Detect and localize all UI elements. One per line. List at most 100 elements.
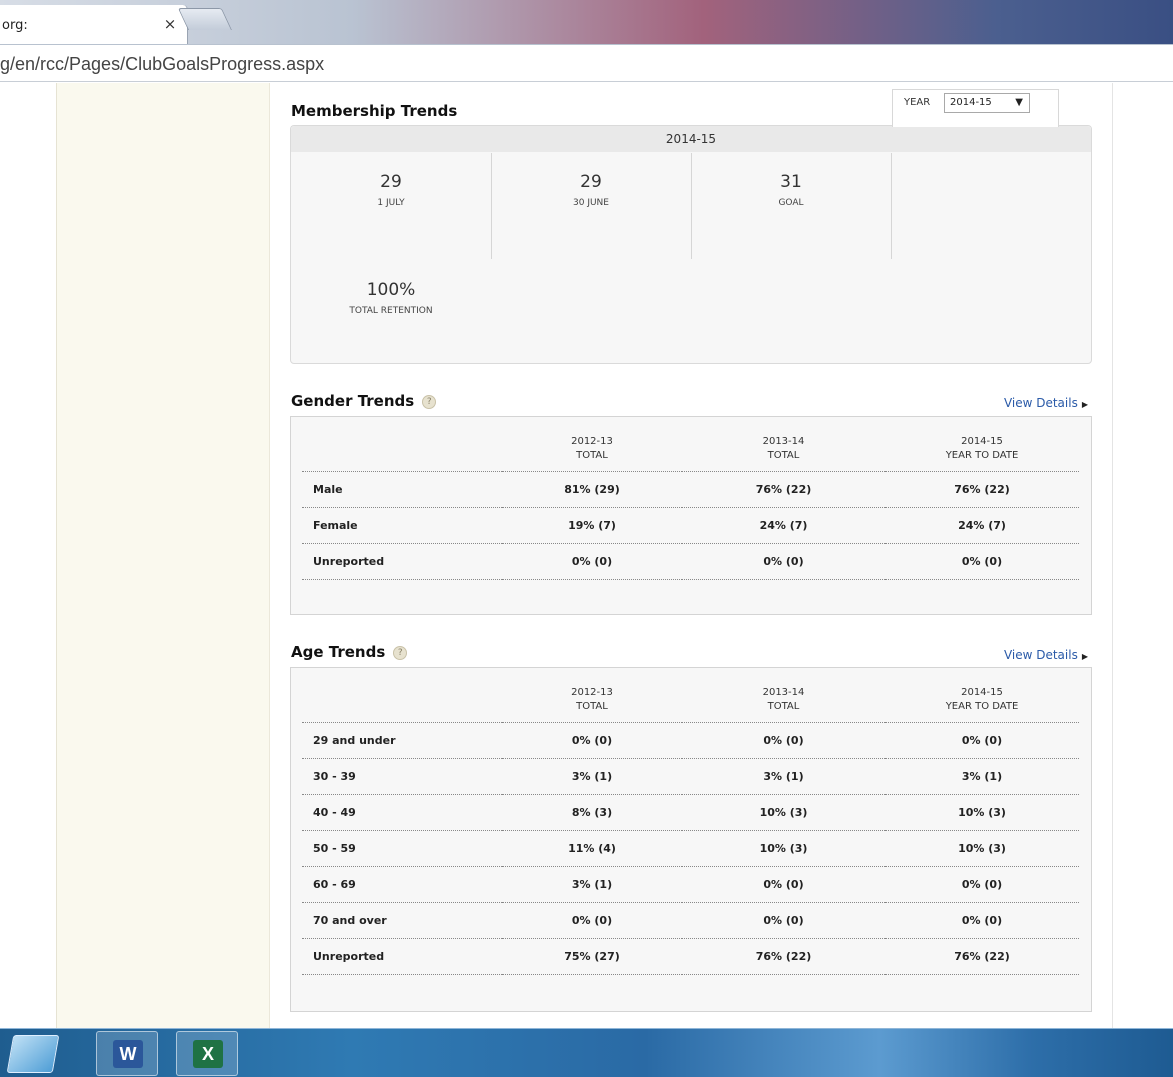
table-cell: 11% (4) — [502, 830, 682, 867]
table-cell: 3% (1) — [885, 758, 1079, 795]
content-right-border — [1112, 83, 1113, 1028]
table-header-col: 2012-13 TOTAL — [502, 678, 682, 723]
row-label: 60 - 69 — [302, 866, 502, 903]
table-cell: 0% (0) — [885, 902, 1079, 939]
table-header-empty — [302, 678, 502, 723]
table-cell: 3% (1) — [502, 866, 682, 903]
table-row: 40 - 49 8% (3) 10% (3) 10% (3) — [302, 794, 1079, 831]
stat-value: 29 — [580, 172, 602, 192]
view-details-label: View Details — [1003, 396, 1078, 410]
age-view-details-link[interactable]: View Details ▶ — [1004, 648, 1088, 662]
address-bar[interactable]: g/en/rcc/Pages/ClubGoalsProgress.aspx — [0, 44, 1173, 82]
row-label: 40 - 49 — [302, 794, 502, 831]
tab-title: org: — [2, 18, 28, 33]
taskbar-excel-button[interactable]: X — [176, 1031, 238, 1076]
excel-icon-letter: X — [201, 1044, 214, 1064]
table-cell: 0% (0) — [502, 902, 682, 939]
table-cell: 0% (0) — [885, 866, 1079, 903]
stat-label: TOTAL RETENTION — [349, 306, 433, 316]
table-header-empty — [302, 427, 502, 472]
left-sidebar — [56, 83, 270, 1028]
arrow-right-icon: ▶ — [1081, 400, 1088, 409]
stat-label: 30 JUNE — [573, 198, 609, 208]
row-label: Unreported — [302, 938, 502, 975]
table-row: 30 - 39 3% (1) 3% (1) 3% (1) — [302, 758, 1079, 795]
table-header-col: 2014-15 YEAR TO DATE — [885, 427, 1079, 472]
table-row: 70 and over 0% (0) 0% (0) 0% (0) — [302, 902, 1079, 939]
table-cell: 0% (0) — [885, 543, 1079, 580]
table-header-row: 2012-13 TOTAL 2013-14 TOTAL 2014-15 YEAR TO… — [302, 678, 1079, 723]
stat-divider — [891, 153, 892, 259]
url-text[interactable]: g/en/rcc/Pages/ClubGoalsProgress.aspx — [0, 54, 324, 75]
close-icon[interactable]: × — [160, 14, 180, 34]
word-icon: W — [113, 1040, 143, 1068]
table-cell: 8% (3) — [502, 794, 682, 831]
table-header-col: 2014-15 YEAR TO DATE — [885, 678, 1079, 723]
help-icon[interactable]: ? — [422, 394, 437, 409]
stat-1-july: 29 1 JULY — [291, 172, 491, 208]
age-trends-heading: Age Trends? — [291, 643, 408, 661]
table-cell: 24% (7) — [682, 507, 885, 544]
table-cell: 0% (0) — [502, 543, 682, 580]
year-select-value: 2014-15 — [950, 97, 992, 108]
table-header-col: 2013-14 TOTAL — [682, 678, 885, 723]
table-header-col: 2012-13 TOTAL — [502, 427, 682, 472]
table-cell: 3% (1) — [502, 758, 682, 795]
membership-trends-title: Membership Trends — [291, 102, 458, 120]
table-cell: 19% (7) — [502, 507, 682, 544]
stat-label: GOAL — [778, 198, 804, 208]
table-cell: 10% (3) — [885, 830, 1079, 867]
row-label: Unreported — [302, 543, 502, 580]
table-cell: 0% (0) — [682, 866, 885, 903]
row-label: 70 and over — [302, 902, 502, 939]
word-icon-letter: W — [119, 1044, 137, 1064]
table-cell: 0% (0) — [682, 543, 885, 580]
table-cell: 0% (0) — [885, 722, 1079, 759]
age-trends-table: 2012-13 TOTAL 2013-14 TOTAL 2014-15 YEAR TO… — [302, 678, 1079, 975]
row-label: Male — [302, 471, 502, 508]
table-cell: 76% (22) — [682, 938, 885, 975]
stat-value: 31 — [780, 172, 802, 192]
year-select[interactable]: 2014-15 ▼ — [944, 93, 1030, 113]
gender-trends-title: Gender Trends — [291, 392, 415, 410]
stat-total-retention: 100% TOTAL RETENTION — [291, 280, 491, 316]
table-row: Male 81% (29) 76% (22) 76% (22) — [302, 471, 1079, 508]
table-cell: 76% (22) — [885, 938, 1079, 975]
stat-30-june: 29 30 JUNE — [491, 172, 691, 208]
gender-view-details-link[interactable]: View Details ▶ — [1004, 396, 1088, 410]
arrow-right-icon: ▶ — [1081, 652, 1088, 661]
taskbar-word-button[interactable]: W — [96, 1031, 158, 1076]
table-header-row: 2012-13 TOTAL 2013-14 TOTAL 2014-15 YEAR TO… — [302, 427, 1079, 472]
show-desktop-icon[interactable] — [6, 1035, 60, 1073]
table-cell: 0% (0) — [682, 902, 885, 939]
age-trends-title: Age Trends — [291, 643, 386, 661]
stat-label: 1 JULY — [377, 198, 405, 208]
gender-trends-heading: Gender Trends? — [291, 392, 437, 410]
table-row: 60 - 69 3% (1) 0% (0) 0% (0) — [302, 866, 1079, 903]
table-cell: 10% (3) — [885, 794, 1079, 831]
row-label: Female — [302, 507, 502, 544]
windows-taskbar: W X — [0, 1028, 1173, 1077]
stat-value: 29 — [380, 172, 402, 192]
help-icon[interactable]: ? — [393, 645, 408, 660]
dropdown-arrow-icon: ▼ — [1015, 97, 1023, 108]
excel-icon: X — [193, 1040, 223, 1068]
row-label: 50 - 59 — [302, 830, 502, 867]
gender-trends-box: 2012-13 TOTAL 2013-14 TOTAL 2014-15 YEAR TO… — [290, 416, 1092, 615]
table-cell: 3% (1) — [682, 758, 885, 795]
table-cell: 0% (0) — [682, 722, 885, 759]
table-row: Unreported 75% (27) 76% (22) 76% (22) — [302, 938, 1079, 975]
table-row: 50 - 59 11% (4) 10% (3) 10% (3) — [302, 830, 1079, 867]
year-selector-tab: YEAR 2014-15 ▼ — [892, 89, 1059, 127]
table-cell: 81% (29) — [502, 471, 682, 508]
table-cell: 10% (3) — [682, 794, 885, 831]
row-label: 29 and under — [302, 722, 502, 759]
table-cell: 76% (22) — [885, 471, 1079, 508]
browser-tab[interactable]: org: × — [0, 5, 188, 44]
page-content: Membership Trends YEAR 2014-15 ▼ 2014-15… — [0, 83, 1173, 1028]
new-tab-button[interactable] — [177, 8, 232, 30]
table-cell: 10% (3) — [682, 830, 885, 867]
table-row: 29 and under 0% (0) 0% (0) 0% (0) — [302, 722, 1079, 759]
stat-value: 100% — [366, 280, 416, 300]
gender-trends-table: 2012-13 TOTAL 2013-14 TOTAL 2014-15 YEAR TO… — [302, 427, 1079, 580]
